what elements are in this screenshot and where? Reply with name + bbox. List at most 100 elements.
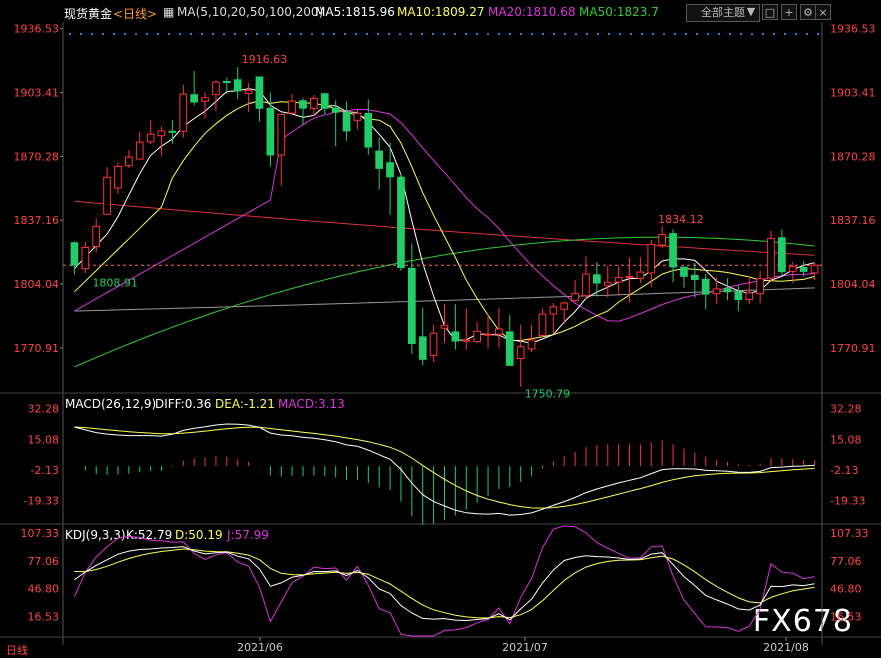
macd-dea-label: DEA:-1.21 <box>215 397 275 411</box>
top-marker-dot <box>124 33 126 35</box>
top-marker-dot <box>751 33 753 35</box>
kdj-ytick-left: 107.33 <box>21 527 60 540</box>
screenshot-icon[interactable]: □ <box>762 4 778 20</box>
candle-body <box>538 313 547 337</box>
top-marker-dot <box>311 33 313 35</box>
top-marker-dot <box>190 33 192 35</box>
ma-params-label: MA(5,10,20,50,100,200) <box>177 5 324 19</box>
top-marker-dot <box>608 33 610 35</box>
top-marker-dot <box>289 33 291 35</box>
kdj-d-line <box>74 548 815 619</box>
macd-ytick-right: -2.13 <box>830 464 858 477</box>
top-marker-dot <box>355 33 357 35</box>
ma20-label: MA20:1810.68 <box>488 5 576 19</box>
top-marker-dot <box>80 33 82 35</box>
ma200-line <box>74 287 815 312</box>
candle-body <box>103 176 111 215</box>
candle-body <box>636 271 645 279</box>
kdj-ytick-right: 107.33 <box>830 527 869 540</box>
kdj-d-label: D:50.19 <box>175 528 223 542</box>
candle-body <box>582 273 590 297</box>
candle-body <box>647 243 656 274</box>
candle-body <box>603 281 612 286</box>
candle-body <box>658 234 666 246</box>
top-marker-dot <box>366 33 368 35</box>
top-marker-dot <box>212 33 214 35</box>
candle-body <box>680 266 688 277</box>
top-marker-dot <box>586 33 588 35</box>
top-marker-dot <box>278 33 280 35</box>
candle-body <box>451 331 460 342</box>
ma10-line <box>74 100 815 342</box>
zoom-icon[interactable]: + <box>781 4 797 20</box>
period-footer-label[interactable]: 日线 <box>6 642 28 658</box>
kdj-ytick-left: 16.53 <box>28 610 60 623</box>
low-annotation: 1750.79 <box>525 388 571 401</box>
candle-body <box>810 264 819 274</box>
top-marker-dot <box>322 33 324 35</box>
top-marker-dot <box>729 33 731 35</box>
candle-body <box>266 107 275 156</box>
top-marker-dot <box>179 33 181 35</box>
candlestick-chart[interactable]: 1936.53 1936.53 1903.41 1903.41 1870.28 1870.… <box>0 0 881 657</box>
top-marker-dot <box>564 33 566 35</box>
top-marker-dot <box>652 33 654 35</box>
ma20-line <box>74 108 815 322</box>
top-marker-dot <box>432 33 434 35</box>
top-marker-dot <box>674 33 676 35</box>
macd-params-label: MACD(26,12,9) <box>65 397 157 411</box>
top-marker-dot <box>707 33 709 35</box>
candle-body <box>462 339 471 342</box>
settings-icon[interactable]: ▦ <box>163 5 174 19</box>
candle-body <box>397 176 405 268</box>
candle-body <box>799 267 808 272</box>
candle-body <box>310 98 318 109</box>
candle-body <box>691 274 699 281</box>
top-marker-dot <box>476 33 478 35</box>
candle-body <box>429 332 438 356</box>
candle-body <box>549 306 558 315</box>
candle-body <box>179 93 188 132</box>
top-marker-dot <box>157 33 159 35</box>
top-marker-dot <box>773 33 775 35</box>
top-marker-dot <box>245 33 247 35</box>
main-ytick-right: 1770.91 <box>830 342 876 355</box>
top-marker-dot <box>696 33 698 35</box>
macd-diff-label: DIFF:0.36 <box>155 397 212 411</box>
candle-body <box>320 93 329 109</box>
top-marker-dot <box>168 33 170 35</box>
xaxis-date-label: 2021/08 <box>763 641 809 654</box>
macd-ytick-left: -2.13 <box>31 464 59 477</box>
macd-ytick-left: 32.28 <box>28 403 60 416</box>
close-icon[interactable]: × <box>815 4 831 20</box>
candle-body <box>222 81 231 83</box>
candle-body <box>484 333 492 336</box>
ma10-label: MA10:1809.27 <box>397 5 485 19</box>
candle-body <box>701 278 710 295</box>
kdj-ytick-right: 77.06 <box>830 555 862 568</box>
period-label[interactable]: <日线> <box>113 5 157 22</box>
candle-body <box>527 339 536 350</box>
candle-body <box>190 94 199 103</box>
top-marker-dot <box>531 33 533 35</box>
main-ytick-left: 1936.53 <box>14 23 60 36</box>
candle-body <box>593 274 601 284</box>
candle-body <box>440 324 449 329</box>
macd-diff-line <box>74 423 815 516</box>
top-marker-dot <box>575 33 577 35</box>
top-marker-dot <box>388 33 390 35</box>
top-marker-dot <box>135 33 137 35</box>
top-marker-dot <box>762 33 764 35</box>
settings-gear-icon[interactable]: ⚙ <box>800 4 816 20</box>
local-high-annotation: 1834.12 <box>658 213 704 226</box>
kdj-ytick-left: 46.80 <box>28 583 60 596</box>
ma100-line <box>74 200 815 256</box>
candle-body <box>342 111 351 132</box>
dropdown-icon[interactable]: ▼ <box>744 4 758 20</box>
top-marker-dot <box>498 33 500 35</box>
candle-body <box>712 288 721 295</box>
kdj-j-label: J:57.99 <box>227 528 269 542</box>
main-ytick-left: 1837.16 <box>14 214 60 227</box>
high-annotation: 1916.63 <box>242 53 287 66</box>
candle-body <box>299 100 307 109</box>
